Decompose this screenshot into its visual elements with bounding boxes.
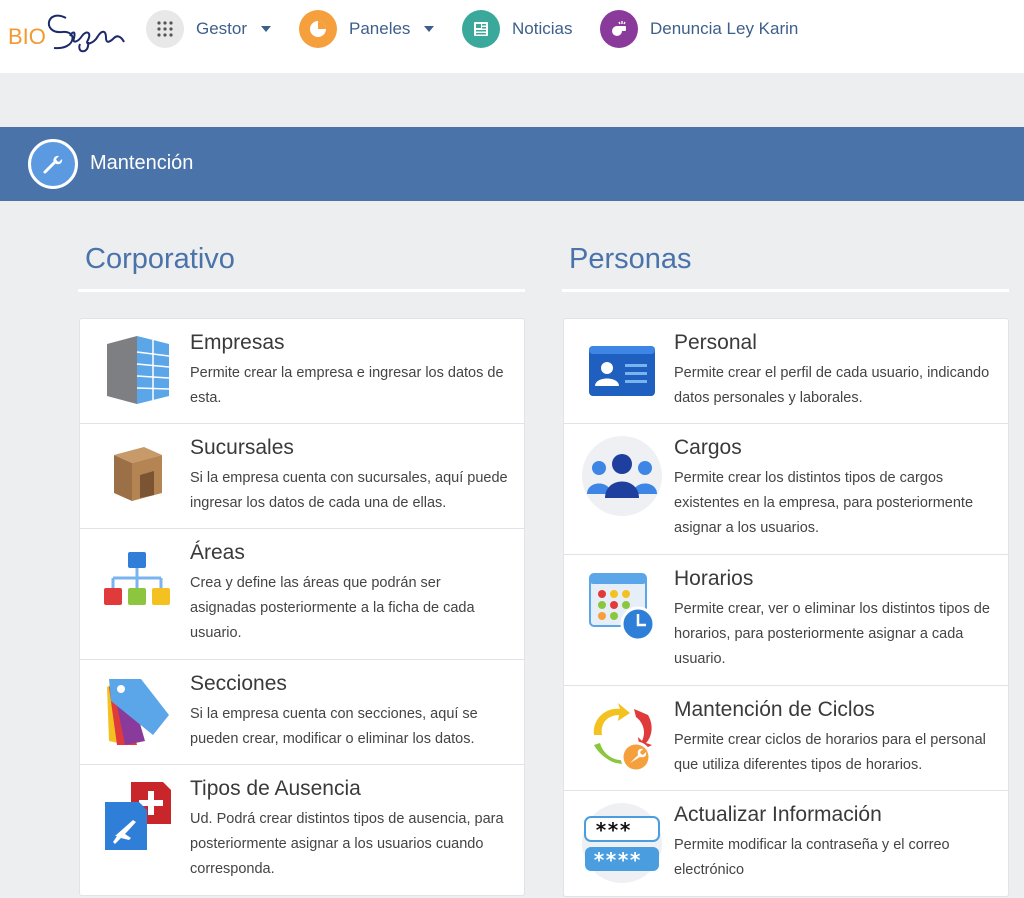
card-description: Permite crear los distintos tipos de car… [674,470,974,536]
card-description: Ud. Podrá crear distintos tipos de ausen… [190,811,504,877]
people-icon [582,436,662,516]
card-title: Sucursales [190,436,294,459]
section-title: Mantención [90,152,194,174]
card-title: Cargos [674,436,742,459]
card-description: Si la empresa cuenta con secciones, aquí… [190,706,478,747]
card-description: Crea y define las áreas que podrán ser a… [190,575,475,641]
card-title: Secciones [190,672,287,695]
building-icon [102,333,174,407]
tag-icon [102,674,174,748]
card-personal[interactable]: Personal Permite crear el perfil de cada… [564,319,1008,424]
column-divider [562,289,1009,292]
card-title: Horarios [674,567,754,590]
card-title: Áreas [190,541,245,564]
card-description: Permite crear el perfil de cada usuario,… [674,365,990,406]
nav-noticias-label: Noticias [512,19,573,38]
card-cargos[interactable]: Cargos Permite crear los distintos tipos… [564,424,1008,555]
chevron-down-icon [424,26,435,32]
column-title-personas: Personas [569,243,692,275]
nav-noticias[interactable]: Noticias [462,10,572,48]
card-sucursales[interactable]: Sucursales Si la empresa cuenta con sucu… [80,424,524,529]
id-card-icon [586,333,658,407]
nav-denuncia[interactable]: Denuncia Ley Karin [600,10,798,48]
newspaper-icon [462,10,500,48]
card-mantencion-ciclos[interactable]: Mantención de Ciclos Permite crear ciclo… [564,686,1008,791]
section-header: Mantención [0,127,1024,201]
org-chart-icon [102,543,174,617]
card-description: Permite crear ciclos de horarios para el… [674,732,986,773]
svg-text:****: **** [593,848,641,872]
svg-text:***: *** [595,818,631,842]
card-description: Permite crear, ver o eliminar los distin… [674,601,990,667]
nav-denuncia-label: Denuncia Ley Karin [650,19,799,38]
card-horarios[interactable]: Horarios Permite crear, ver o eliminar l… [564,555,1008,686]
nav-paneles[interactable]: Paneles [299,10,435,48]
card-title: Tipos de Ausencia [190,777,361,800]
card-description: Permite crear la empresa e ingresar los … [190,365,504,406]
nav-gestor[interactable]: Gestor [146,10,272,48]
branch-box-icon [102,438,174,512]
card-description: Permite modificar la contraseña y el cor… [674,837,950,878]
card-title: Actualizar Información [674,803,882,826]
password-icon: *** **** [582,803,662,883]
card-secciones[interactable]: Secciones Si la empresa cuenta con secci… [80,660,524,765]
chevron-down-icon [261,26,272,32]
card-tipos-ausencia[interactable]: Tipos de Ausencia Ud. Podrá crear distin… [80,765,524,895]
pie-chart-icon [299,10,337,48]
calendar-clock-icon [586,569,658,643]
card-areas[interactable]: Áreas Crea y define las áreas que podrán… [80,529,524,660]
personas-card-list: Personal Permite crear el perfil de cada… [563,318,1009,897]
card-title: Mantención de Ciclos [674,698,875,721]
column-divider [78,289,525,292]
cycle-icon [586,700,658,774]
card-title: Personal [674,331,757,354]
absence-icon [102,779,174,853]
grid-icon [146,10,184,48]
wrench-icon [28,139,78,189]
nav-paneles-label: Paneles [349,19,411,38]
svg-text:BIO: BIO [8,24,46,49]
card-empresas[interactable]: Empresas Permite crear la empresa e ingr… [80,319,524,424]
nav-gestor-label: Gestor [196,19,248,38]
card-description: Si la empresa cuenta con sucursales, aqu… [190,470,508,511]
column-title-corporativo: Corporativo [85,243,235,275]
whistle-icon [600,10,638,48]
corporativo-card-list: Empresas Permite crear la empresa e ingr… [79,318,525,896]
card-title: Empresas [190,331,285,354]
card-actualizar-informacion[interactable]: *** **** Actualizar Información Permite … [564,791,1008,896]
biosign-logo[interactable]: BIO [6,6,126,56]
top-navbar: BIO Gestor Paneles Noticias Denuncia Ley… [0,0,1024,73]
